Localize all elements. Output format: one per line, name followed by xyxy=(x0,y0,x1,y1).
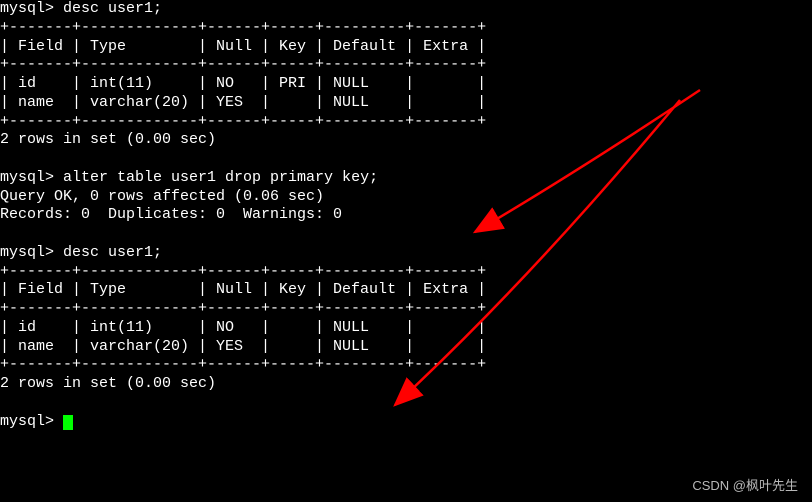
alter-result-records: Records: 0 Duplicates: 0 Warnings: 0 xyxy=(0,206,342,223)
table2-header: | Field | Type | Null | Key | Default | … xyxy=(0,281,486,298)
prompt: mysql> xyxy=(0,244,63,261)
command-alter: alter table user1 drop primary key; xyxy=(63,169,378,186)
prompt: mysql> xyxy=(0,413,63,430)
terminal-output: mysql> desc user1; +-------+------------… xyxy=(0,0,812,431)
table2-row-id: | id | int(11) | NO | | NULL | | xyxy=(0,319,486,336)
table1-header: | Field | Type | Null | Key | Default | … xyxy=(0,38,486,55)
table2-sep-top: +-------+-------------+------+-----+----… xyxy=(0,263,486,280)
result-rows-2: 2 rows in set (0.00 sec) xyxy=(0,375,216,392)
table1-sep-mid: +-------+-------------+------+-----+----… xyxy=(0,56,486,73)
table2-sep-bot: +-------+-------------+------+-----+----… xyxy=(0,356,486,373)
command-desc1: desc user1; xyxy=(63,0,162,17)
table2-sep-mid: +-------+-------------+------+-----+----… xyxy=(0,300,486,317)
table2-row-name: | name | varchar(20) | YES | | NULL | | xyxy=(0,338,486,355)
prompt: mysql> xyxy=(0,0,63,17)
result-rows-1: 2 rows in set (0.00 sec) xyxy=(0,131,216,148)
prompt: mysql> xyxy=(0,169,63,186)
table1-row-id: | id | int(11) | NO | PRI | NULL | | xyxy=(0,75,486,92)
watermark: CSDN @枫叶先生 xyxy=(692,475,798,494)
command-desc2: desc user1; xyxy=(63,244,162,261)
alter-result-ok: Query OK, 0 rows affected (0.06 sec) xyxy=(0,188,324,205)
cursor-icon[interactable] xyxy=(63,415,73,430)
table1-row-name: | name | varchar(20) | YES | | NULL | | xyxy=(0,94,486,111)
table1-sep-bot: +-------+-------------+------+-----+----… xyxy=(0,113,486,130)
table1-sep-top: +-------+-------------+------+-----+----… xyxy=(0,19,486,36)
